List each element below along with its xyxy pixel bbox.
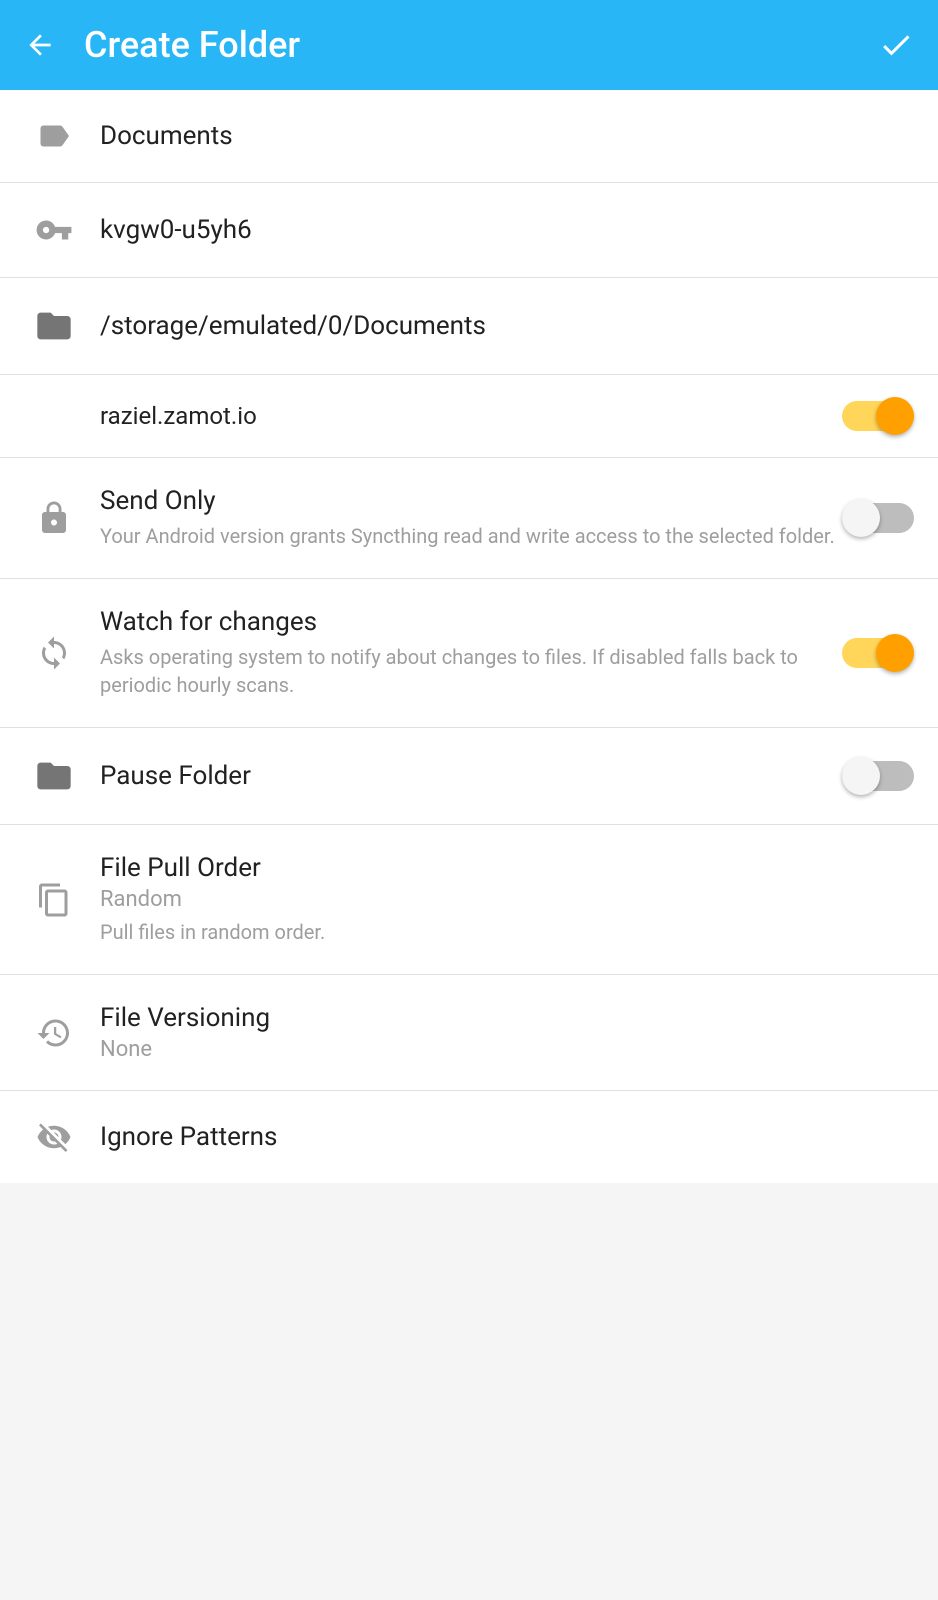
label-icon bbox=[24, 118, 84, 154]
watch-changes-description: Asks operating system to notify about ch… bbox=[100, 643, 842, 699]
confirm-button[interactable] bbox=[878, 27, 914, 63]
folder-id-row[interactable]: kvgw0-u5yh6 bbox=[0, 183, 938, 278]
file-pull-order-sublabel: Random bbox=[100, 887, 914, 912]
watch-changes-toggle[interactable] bbox=[842, 634, 914, 672]
folder-icon bbox=[24, 306, 84, 346]
watch-changes-content: Watch for changes Asks operating system … bbox=[100, 607, 842, 699]
file-versioning-content: File Versioning None bbox=[100, 1003, 914, 1062]
toggle-thumb bbox=[876, 634, 914, 672]
file-pull-order-description: Pull files in random order. bbox=[100, 918, 914, 946]
refresh-icon bbox=[24, 635, 84, 671]
file-versioning-label: File Versioning bbox=[100, 1003, 914, 1033]
file-pull-order-content: File Pull Order Random Pull files in ran… bbox=[100, 853, 914, 946]
send-only-label: Send Only bbox=[100, 486, 842, 516]
pause-folder-toggle[interactable] bbox=[842, 757, 914, 795]
folder-name-value: Documents bbox=[100, 121, 914, 151]
folder-id-content: kvgw0-u5yh6 bbox=[100, 215, 914, 245]
back-button[interactable] bbox=[24, 29, 56, 61]
folder-name-content: Documents bbox=[100, 121, 914, 151]
hide-icon bbox=[24, 1119, 84, 1155]
ignore-patterns-label: Ignore Patterns bbox=[100, 1122, 914, 1152]
page-title: Create Folder bbox=[84, 24, 878, 66]
file-pull-order-label: File Pull Order bbox=[100, 853, 914, 883]
app-header: Create Folder bbox=[0, 0, 938, 90]
toggle-thumb bbox=[842, 499, 880, 537]
ignore-patterns-content: Ignore Patterns bbox=[100, 1122, 914, 1152]
toggle-thumb bbox=[842, 757, 880, 795]
folder-path-row[interactable]: /storage/emulated/0/Documents bbox=[0, 278, 938, 375]
folder-name-row[interactable]: Documents bbox=[0, 90, 938, 183]
folder-pause-icon bbox=[24, 756, 84, 796]
folder-path-content: /storage/emulated/0/Documents bbox=[100, 311, 914, 341]
pause-folder-content: Pause Folder bbox=[100, 761, 842, 791]
settings-list: Documents kvgw0-u5yh6 /storage/emulated/… bbox=[0, 90, 938, 1183]
pause-folder-label: Pause Folder bbox=[100, 761, 842, 791]
device-toggle[interactable] bbox=[842, 397, 914, 435]
ignore-patterns-row[interactable]: Ignore Patterns bbox=[0, 1091, 938, 1183]
folder-id-value: kvgw0-u5yh6 bbox=[100, 215, 914, 245]
folder-path-value: /storage/emulated/0/Documents bbox=[100, 311, 914, 341]
lock-icon bbox=[24, 500, 84, 536]
history-icon bbox=[24, 1015, 84, 1051]
file-pull-order-row[interactable]: File Pull Order Random Pull files in ran… bbox=[0, 825, 938, 975]
send-only-row[interactable]: Send Only Your Android version grants Sy… bbox=[0, 458, 938, 579]
file-versioning-sublabel: None bbox=[100, 1037, 914, 1062]
key-icon bbox=[24, 211, 84, 249]
watch-changes-row[interactable]: Watch for changes Asks operating system … bbox=[0, 579, 938, 728]
send-only-toggle[interactable] bbox=[842, 499, 914, 537]
pause-folder-row[interactable]: Pause Folder bbox=[0, 728, 938, 825]
device-toggle-row[interactable]: raziel.zamot.io bbox=[0, 375, 938, 458]
send-only-content: Send Only Your Android version grants Sy… bbox=[100, 486, 842, 550]
toggle-thumb bbox=[876, 397, 914, 435]
send-only-description: Your Android version grants Syncthing re… bbox=[100, 522, 842, 550]
watch-changes-label: Watch for changes bbox=[100, 607, 842, 637]
device-name: raziel.zamot.io bbox=[24, 402, 842, 430]
copy-icon bbox=[24, 882, 84, 918]
file-versioning-row[interactable]: File Versioning None bbox=[0, 975, 938, 1091]
